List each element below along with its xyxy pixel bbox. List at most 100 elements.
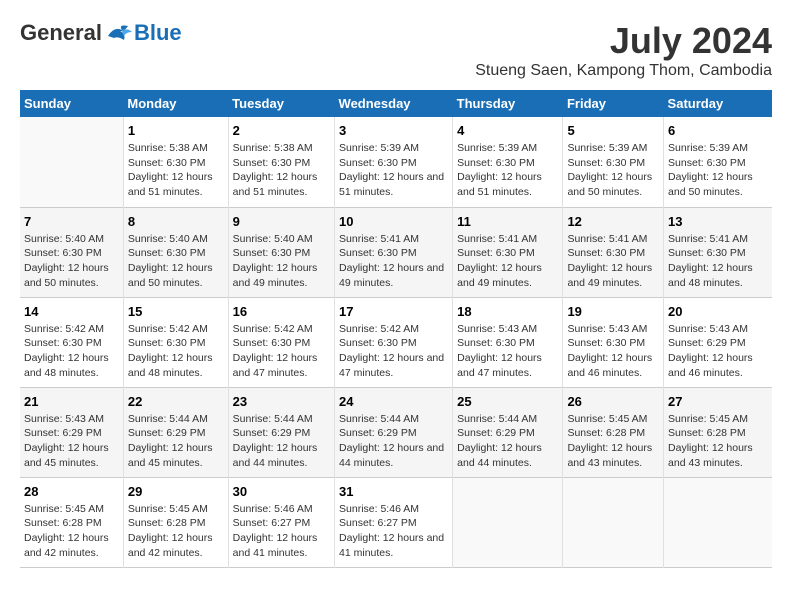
day-info: Sunrise: 5:44 AM Sunset: 6:29 PM Dayligh… — [339, 412, 448, 471]
calendar-cell — [453, 477, 563, 567]
day-number: 16 — [233, 304, 330, 319]
day-info: Sunrise: 5:39 AM Sunset: 6:30 PM Dayligh… — [567, 141, 659, 200]
calendar-cell: 12 Sunrise: 5:41 AM Sunset: 6:30 PM Dayli… — [563, 207, 664, 297]
calendar-cell: 8 Sunrise: 5:40 AM Sunset: 6:30 PM Daylig… — [123, 207, 228, 297]
day-number: 15 — [128, 304, 224, 319]
page-header: General Blue July 2024 Stueng Saen, Kamp… — [20, 20, 772, 80]
calendar-cell: 23 Sunrise: 5:44 AM Sunset: 6:29 PM Dayli… — [228, 387, 334, 477]
calendar-table: SundayMondayTuesdayWednesdayThursdayFrid… — [20, 90, 772, 568]
calendar-cell: 28 Sunrise: 5:45 AM Sunset: 6:28 PM Dayli… — [20, 477, 123, 567]
day-info: Sunrise: 5:44 AM Sunset: 6:29 PM Dayligh… — [457, 412, 558, 471]
location-subtitle: Stueng Saen, Kampong Thom, Cambodia — [475, 62, 772, 80]
calendar-cell: 27Sunrise: 5:45 AM Sunset: 6:28 PM Dayli… — [664, 387, 772, 477]
day-number: 3 — [339, 123, 448, 138]
day-info: Sunrise: 5:38 AM Sunset: 6:30 PM Dayligh… — [128, 141, 224, 200]
day-info: Sunrise: 5:41 AM Sunset: 6:30 PM Dayligh… — [668, 232, 768, 291]
day-number: 1 — [128, 123, 224, 138]
day-number: 11 — [457, 214, 558, 229]
day-number: 28 — [24, 484, 119, 499]
calendar-cell: 10Sunrise: 5:41 AM Sunset: 6:30 PM Dayli… — [335, 207, 453, 297]
calendar-header-row: SundayMondayTuesdayWednesdayThursdayFrid… — [20, 90, 772, 117]
calendar-cell: 2 Sunrise: 5:38 AM Sunset: 6:30 PM Daylig… — [228, 117, 334, 207]
calendar-cell: 3 Sunrise: 5:39 AM Sunset: 6:30 PM Daylig… — [335, 117, 453, 207]
day-info: Sunrise: 5:44 AM Sunset: 6:29 PM Dayligh… — [128, 412, 224, 471]
month-year-title: July 2024 — [475, 20, 772, 62]
day-info: Sunrise: 5:39 AM Sunset: 6:30 PM Dayligh… — [668, 141, 768, 200]
day-info: Sunrise: 5:45 AM Sunset: 6:28 PM Dayligh… — [128, 502, 224, 561]
calendar-cell: 9 Sunrise: 5:40 AM Sunset: 6:30 PM Daylig… — [228, 207, 334, 297]
title-section: July 2024 Stueng Saen, Kampong Thom, Cam… — [475, 20, 772, 80]
day-info: Sunrise: 5:38 AM Sunset: 6:30 PM Dayligh… — [233, 141, 330, 200]
calendar-cell: 30 Sunrise: 5:46 AM Sunset: 6:27 PM Dayli… — [228, 477, 334, 567]
column-header-friday: Friday — [563, 90, 664, 117]
day-number: 7 — [24, 214, 119, 229]
day-info: Sunrise: 5:43 AM Sunset: 6:29 PM Dayligh… — [24, 412, 119, 471]
day-number: 31 — [339, 484, 448, 499]
day-info: Sunrise: 5:42 AM Sunset: 6:30 PM Dayligh… — [24, 322, 119, 381]
day-info: Sunrise: 5:46 AM Sunset: 6:27 PM Dayligh… — [233, 502, 330, 561]
calendar-cell: 31 Sunrise: 5:46 AM Sunset: 6:27 PM Dayli… — [335, 477, 453, 567]
logo-general-text: General — [20, 20, 102, 46]
day-number: 17 — [339, 304, 448, 319]
day-info: Sunrise: 5:39 AM Sunset: 6:30 PM Dayligh… — [457, 141, 558, 200]
calendar-cell: 1 Sunrise: 5:38 AM Sunset: 6:30 PM Daylig… — [123, 117, 228, 207]
calendar-cell: 16 Sunrise: 5:42 AM Sunset: 6:30 PM Dayli… — [228, 297, 334, 387]
calendar-cell: 5Sunrise: 5:39 AM Sunset: 6:30 PM Daylig… — [563, 117, 664, 207]
calendar-cell: 22 Sunrise: 5:44 AM Sunset: 6:29 PM Dayli… — [123, 387, 228, 477]
calendar-cell — [20, 117, 123, 207]
calendar-cell: 13 Sunrise: 5:41 AM Sunset: 6:30 PM Dayli… — [664, 207, 772, 297]
day-number: 9 — [233, 214, 330, 229]
column-header-thursday: Thursday — [453, 90, 563, 117]
calendar-cell — [664, 477, 772, 567]
day-info: Sunrise: 5:40 AM Sunset: 6:30 PM Dayligh… — [233, 232, 330, 291]
column-header-sunday: Sunday — [20, 90, 123, 117]
day-info: Sunrise: 5:43 AM Sunset: 6:30 PM Dayligh… — [567, 322, 659, 381]
day-info: Sunrise: 5:42 AM Sunset: 6:30 PM Dayligh… — [233, 322, 330, 381]
calendar-week-row: 28 Sunrise: 5:45 AM Sunset: 6:28 PM Dayli… — [20, 477, 772, 567]
calendar-cell: 18 Sunrise: 5:43 AM Sunset: 6:30 PM Dayli… — [453, 297, 563, 387]
day-number: 20 — [668, 304, 768, 319]
calendar-cell: 21 Sunrise: 5:43 AM Sunset: 6:29 PM Dayli… — [20, 387, 123, 477]
calendar-cell: 17 Sunrise: 5:42 AM Sunset: 6:30 PM Dayli… — [335, 297, 453, 387]
day-number: 25 — [457, 394, 558, 409]
day-number: 14 — [24, 304, 119, 319]
calendar-cell: 14 Sunrise: 5:42 AM Sunset: 6:30 PM Dayli… — [20, 297, 123, 387]
day-number: 10 — [339, 214, 448, 229]
day-number: 21 — [24, 394, 119, 409]
calendar-cell: 20Sunrise: 5:43 AM Sunset: 6:29 PM Dayli… — [664, 297, 772, 387]
logo-blue-text: Blue — [134, 20, 182, 46]
day-number: 24 — [339, 394, 448, 409]
day-info: Sunrise: 5:45 AM Sunset: 6:28 PM Dayligh… — [24, 502, 119, 561]
day-number: 8 — [128, 214, 224, 229]
day-number: 6 — [668, 123, 768, 138]
column-header-wednesday: Wednesday — [335, 90, 453, 117]
day-number: 2 — [233, 123, 330, 138]
day-info: Sunrise: 5:40 AM Sunset: 6:30 PM Dayligh… — [128, 232, 224, 291]
logo-bird-icon — [106, 22, 134, 44]
calendar-week-row: 1 Sunrise: 5:38 AM Sunset: 6:30 PM Daylig… — [20, 117, 772, 207]
calendar-week-row: 14 Sunrise: 5:42 AM Sunset: 6:30 PM Dayli… — [20, 297, 772, 387]
day-number: 26 — [567, 394, 659, 409]
day-info: Sunrise: 5:41 AM Sunset: 6:30 PM Dayligh… — [567, 232, 659, 291]
day-number: 4 — [457, 123, 558, 138]
day-info: Sunrise: 5:44 AM Sunset: 6:29 PM Dayligh… — [233, 412, 330, 471]
calendar-cell: 6 Sunrise: 5:39 AM Sunset: 6:30 PM Daylig… — [664, 117, 772, 207]
day-info: Sunrise: 5:42 AM Sunset: 6:30 PM Dayligh… — [339, 322, 448, 381]
calendar-cell: 25 Sunrise: 5:44 AM Sunset: 6:29 PM Dayli… — [453, 387, 563, 477]
calendar-cell: 15Sunrise: 5:42 AM Sunset: 6:30 PM Dayli… — [123, 297, 228, 387]
calendar-cell: 24 Sunrise: 5:44 AM Sunset: 6:29 PM Dayli… — [335, 387, 453, 477]
day-number: 12 — [567, 214, 659, 229]
day-number: 30 — [233, 484, 330, 499]
day-info: Sunrise: 5:40 AM Sunset: 6:30 PM Dayligh… — [24, 232, 119, 291]
day-number: 22 — [128, 394, 224, 409]
day-number: 23 — [233, 394, 330, 409]
day-number: 18 — [457, 304, 558, 319]
calendar-cell: 4 Sunrise: 5:39 AM Sunset: 6:30 PM Daylig… — [453, 117, 563, 207]
day-info: Sunrise: 5:41 AM Sunset: 6:30 PM Dayligh… — [457, 232, 558, 291]
day-info: Sunrise: 5:39 AM Sunset: 6:30 PM Dayligh… — [339, 141, 448, 200]
day-info: Sunrise: 5:46 AM Sunset: 6:27 PM Dayligh… — [339, 502, 448, 561]
column-header-tuesday: Tuesday — [228, 90, 334, 117]
day-info: Sunrise: 5:43 AM Sunset: 6:30 PM Dayligh… — [457, 322, 558, 381]
day-number: 13 — [668, 214, 768, 229]
calendar-cell — [563, 477, 664, 567]
